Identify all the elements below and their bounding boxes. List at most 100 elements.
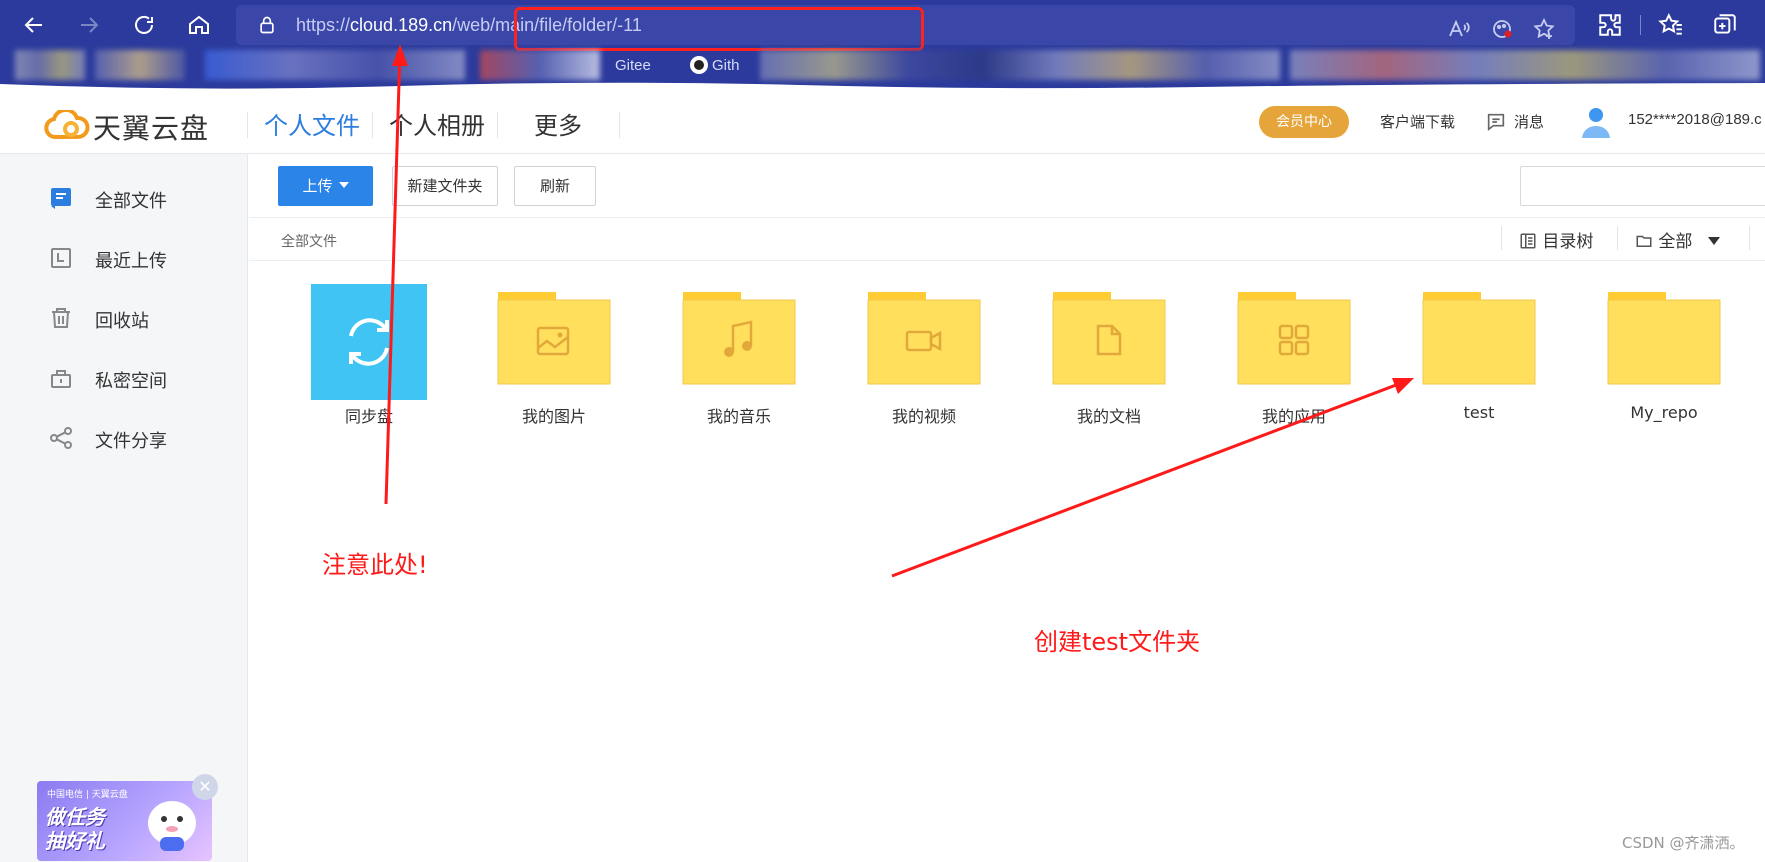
read-aloud-icon[interactable] xyxy=(1447,17,1471,41)
image-folder-icon xyxy=(497,292,611,385)
sidebar-item-label: 全部文件 xyxy=(95,191,167,212)
tree-label: 目录树 xyxy=(1542,232,1594,252)
bookmark-github[interactable]: Gith xyxy=(712,57,740,74)
sidebar: 全部文件 最近上传 回收站 私密空间 文件分享 中国电信 | 天翼云盘 做任务抽… xyxy=(0,154,248,862)
file-name: test xyxy=(1463,403,1495,422)
promo-title-line: 抽好礼 xyxy=(45,829,105,853)
url-prefix: https:// xyxy=(296,15,351,35)
tab-personal-album[interactable]: 个人相册 xyxy=(389,106,485,141)
music-folder-icon xyxy=(682,292,796,385)
add-favorite-icon[interactable] xyxy=(1532,17,1556,41)
sidebar-item-label: 回收站 xyxy=(95,311,149,332)
logo-text: 天翼云盘 xyxy=(93,112,210,145)
sidebar-item-file-share[interactable]: 文件分享 xyxy=(0,415,248,461)
tree-icon xyxy=(1520,233,1536,249)
extensions-icon[interactable] xyxy=(1597,12,1623,38)
client-download-link[interactable]: 客户端下载 xyxy=(1380,111,1455,132)
folder-item-sync[interactable]: 同步盘 xyxy=(281,284,441,426)
annotation-note-url: 注意此处! xyxy=(322,551,428,579)
folder-item-images[interactable]: 我的图片 xyxy=(466,284,626,426)
messages-link[interactable]: 消息 xyxy=(1514,111,1544,132)
breadcrumb[interactable]: 全部文件 xyxy=(281,231,337,251)
promo-brand: 中国电信 | 天翼云盘 xyxy=(47,790,128,800)
promo-banner[interactable]: 中国电信 | 天翼云盘 做任务 抽好礼 xyxy=(37,781,212,861)
file-name: 我的文档 xyxy=(1076,407,1141,426)
blurred-bookmark xyxy=(1290,50,1760,80)
promo-title: 做任务 抽好礼 xyxy=(45,805,105,853)
screenshot-root: https://cloud.189.cn/web/main/file/folde… xyxy=(0,0,1765,862)
folder-item-test[interactable]: test xyxy=(1391,284,1551,424)
blurred-bookmark xyxy=(760,50,1280,80)
favorites-icon[interactable] xyxy=(1658,12,1684,38)
back-button[interactable] xyxy=(17,8,51,42)
promo-close-icon[interactable]: ✕ xyxy=(192,774,218,800)
folder-item-apps[interactable]: 我的应用 xyxy=(1206,284,1366,426)
account-name[interactable]: 152****2018@189.c xyxy=(1628,111,1762,128)
blurred-bookmark xyxy=(95,50,185,80)
forward-arrow-icon xyxy=(81,17,99,33)
lock-icon xyxy=(260,16,274,34)
sidebar-item-private-space[interactable]: 私密空间 xyxy=(0,355,248,401)
reload-button[interactable] xyxy=(127,8,161,42)
filter-dropdown[interactable]: 全部 xyxy=(1635,227,1720,252)
address-bar[interactable]: https://cloud.189.cn/web/main/file/folde… xyxy=(236,5,1575,51)
tab-more[interactable]: 更多 xyxy=(534,106,582,141)
logo[interactable]: 天翼云盘 xyxy=(43,106,243,145)
sidebar-item-label: 文件分享 xyxy=(95,431,167,452)
folder-item-my-repo[interactable]: My_repo xyxy=(1576,284,1736,424)
folder-icon xyxy=(1607,292,1721,385)
video-folder-icon xyxy=(867,292,981,385)
trash-icon xyxy=(52,308,70,328)
lock-box-icon xyxy=(51,370,71,388)
upload-button[interactable]: 上传 xyxy=(278,166,373,206)
folder-outline-icon xyxy=(1636,235,1652,247)
message-icon[interactable] xyxy=(1485,111,1507,133)
collections-icon[interactable] xyxy=(1712,12,1738,38)
folder-item-music[interactable]: 我的音乐 xyxy=(651,284,811,426)
directory-tree-toggle[interactable]: 目录树 xyxy=(1519,227,1593,252)
reload-icon xyxy=(135,15,153,34)
bookmarks-bar: Gitee Gith xyxy=(0,50,1765,84)
user-avatar-icon[interactable] xyxy=(1580,105,1612,139)
view-divider xyxy=(1501,226,1502,250)
refresh-button[interactable]: 刷新 xyxy=(514,166,596,206)
file-name: 我的音乐 xyxy=(706,407,771,426)
toolbar-divider xyxy=(249,217,1765,218)
caret-down-icon xyxy=(338,182,349,188)
home-button[interactable] xyxy=(182,8,216,42)
search-input[interactable] xyxy=(1520,166,1765,206)
vip-center-button[interactable]: 会员中心 xyxy=(1259,106,1349,138)
header-divider xyxy=(619,112,620,138)
sidebar-item-all-files[interactable]: 全部文件 xyxy=(0,175,248,221)
header-divider xyxy=(372,112,373,138)
new-folder-button[interactable]: 新建文件夹 xyxy=(392,166,498,206)
folder-item-videos[interactable]: 我的视频 xyxy=(836,284,996,426)
tab-personal-files[interactable]: 个人文件 xyxy=(264,106,360,141)
github-icon xyxy=(690,56,708,74)
blurred-bookmark xyxy=(15,50,85,80)
recent-icon xyxy=(51,248,71,268)
forward-button[interactable] xyxy=(72,8,106,42)
folder-item-documents[interactable]: 我的文档 xyxy=(1021,284,1181,426)
browser-toolbar: https://cloud.189.cn/web/main/file/folde… xyxy=(0,0,1765,51)
file-name: 我的图片 xyxy=(521,407,586,426)
extension-palette-icon[interactable] xyxy=(1490,17,1514,41)
watermark: CSDN @齐潇洒。 xyxy=(1622,834,1745,852)
app-header: 天翼云盘 个人文件 个人相册 更多 会员中心 客户端下载 消息 152****2… xyxy=(0,92,1765,154)
bookmark-gitee[interactable]: Gitee xyxy=(615,57,651,74)
app-folder-icon xyxy=(1237,292,1351,385)
sidebar-item-label: 私密空间 xyxy=(95,371,167,392)
sidebar-item-recent[interactable]: 最近上传 xyxy=(0,235,248,281)
blurred-bookmark xyxy=(205,50,465,80)
home-icon xyxy=(189,15,209,34)
file-list-icon xyxy=(51,188,71,209)
share-icon xyxy=(50,427,72,449)
file-name: 我的视频 xyxy=(891,407,956,426)
main-content: 上传 新建文件夹 刷新 全部文件 目录树 全部 同步盘 我的图片 我的音乐 我的… xyxy=(249,154,1765,862)
annotation-note-folder: 创建test文件夹 xyxy=(1034,628,1201,656)
file-name: My_repo xyxy=(1630,403,1698,422)
sidebar-item-recycle-bin[interactable]: 回收站 xyxy=(0,295,248,341)
blurred-bookmark xyxy=(480,50,600,80)
folder-icon xyxy=(1422,292,1536,385)
file-name: 我的应用 xyxy=(1261,407,1326,426)
